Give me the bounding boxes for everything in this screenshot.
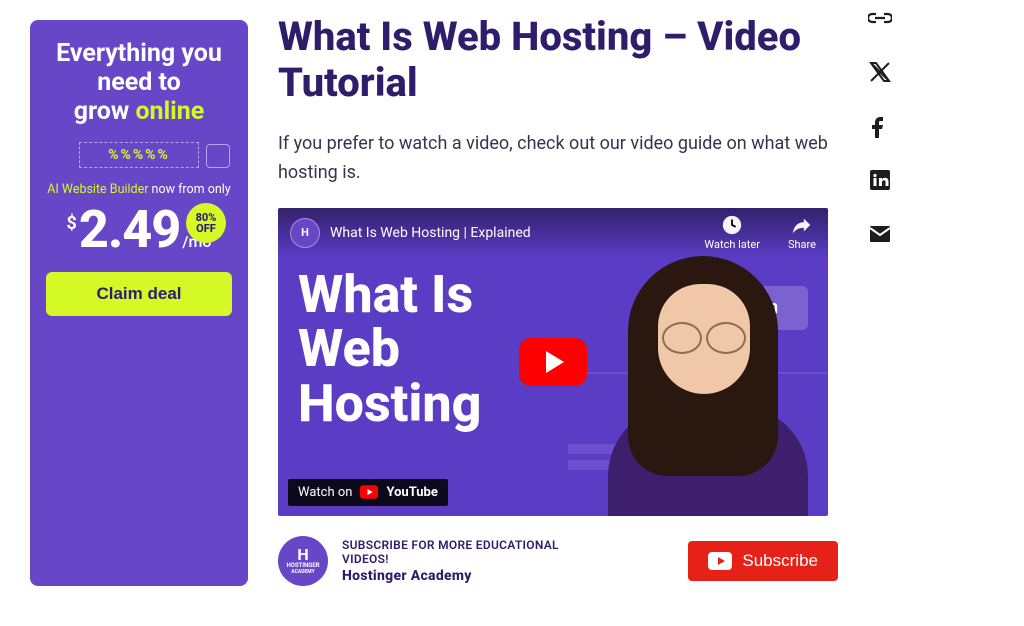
promo-price: $ 2.49 /mo 80% OFF (46, 199, 232, 260)
x-icon[interactable] (868, 60, 892, 84)
youtube-icon (708, 552, 732, 570)
subscribe-tagline: SUBSCRIBE FOR MORE EDUCATIONAL VIDEOS! (342, 538, 572, 566)
intro-paragraph: If you prefer to watch a video, check ou… (278, 130, 838, 188)
price-currency: $ (67, 213, 77, 234)
promo-headline-line3-pre: grow (74, 97, 136, 126)
promo-card: Everything you need to grow online %%%%%… (30, 20, 248, 586)
promo-subline-rest: now from only (148, 182, 230, 197)
link-icon[interactable] (868, 6, 892, 30)
video-overlay-line3: Hosting (298, 373, 481, 434)
social-share-rail (868, 6, 892, 246)
channel-avatar-sub: ACADEMY (291, 570, 314, 576)
subscribe-label: Subscribe (742, 551, 818, 571)
video-channel-avatar[interactable]: H (290, 218, 320, 248)
share-icon (791, 214, 813, 236)
youtube-icon (360, 485, 378, 499)
youtube-word: YouTube (386, 485, 437, 500)
watch-on-youtube[interactable]: Watch on YouTube (288, 479, 448, 506)
watch-on-label: Watch on (298, 485, 352, 500)
video-overlay-line1: What Is (298, 264, 473, 325)
video-title[interactable]: What Is Web Hosting | Explained (330, 225, 531, 241)
claim-deal-label: Claim deal (96, 284, 181, 303)
page-title: What Is Web Hosting – Video Tutorial (278, 14, 838, 106)
video-overlay-line2: Web (298, 318, 400, 379)
channel-avatar[interactable]: H HOSTINGER ACADEMY (278, 536, 328, 586)
share-button[interactable]: Share (788, 214, 816, 251)
claim-deal-button[interactable]: Claim deal (46, 272, 232, 316)
promo-headline-line2: need to (97, 68, 181, 97)
promo-subline: AI Website Builder now from only (46, 182, 232, 197)
subscribe-row: H HOSTINGER ACADEMY SUBSCRIBE FOR MORE E… (278, 536, 838, 586)
channel-avatar-h: H (297, 546, 308, 564)
discount-off: OFF (196, 223, 216, 234)
play-button[interactable] (519, 338, 587, 386)
promo-subline-ai: AI Website Builder (47, 182, 148, 197)
promo-headline-accent: online (135, 97, 204, 126)
clock-icon (721, 214, 743, 236)
email-icon[interactable] (868, 222, 892, 246)
subscribe-text: SUBSCRIBE FOR MORE EDUCATIONAL VIDEOS! H… (342, 538, 572, 584)
linkedin-icon[interactable] (868, 168, 892, 192)
video-presenter (588, 236, 818, 516)
video-embed[interactable]: .com H What Is Web Hosting | Explained W… (278, 208, 828, 516)
promo-coupon-box[interactable]: %%%%% (79, 142, 199, 168)
facebook-icon[interactable] (868, 114, 892, 138)
video-overlay-title: What Is Web Hosting (298, 268, 481, 432)
video-top-bar: H What Is Web Hosting | Explained Watch … (278, 208, 828, 258)
watch-later-label: Watch later (704, 238, 760, 251)
watch-later-button[interactable]: Watch later (704, 214, 760, 251)
subscribe-button[interactable]: Subscribe (688, 541, 838, 581)
share-label: Share (788, 238, 816, 251)
promo-coupon-text: %%%%% (108, 147, 170, 163)
promo-headline: Everything you need to grow online (46, 40, 232, 126)
channel-name: Hostinger Academy (342, 568, 572, 584)
discount-badge: 80% OFF (186, 203, 226, 243)
article-main: What Is Web Hosting – Video Tutorial If … (278, 10, 838, 586)
price-amount: 2.49 (79, 199, 180, 260)
promo-headline-line1: Everything you (56, 39, 222, 68)
